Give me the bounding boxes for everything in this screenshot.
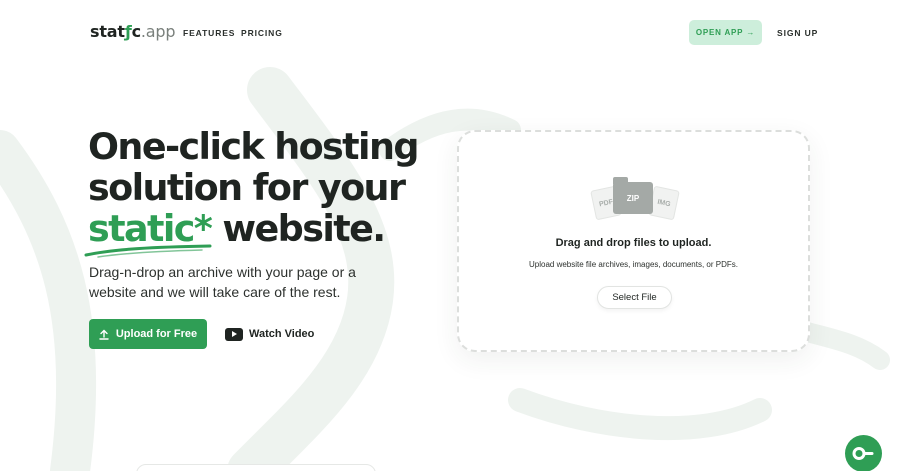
- top-navigation: statƒc.app FEATURES PRICING OPEN APP → S…: [0, 0, 900, 66]
- logo[interactable]: statƒc.app: [90, 22, 175, 41]
- upload-icon: [99, 329, 109, 340]
- select-file-button[interactable]: Select File: [597, 286, 672, 309]
- file-types-illustration: PDF IMG ZIP: [590, 177, 681, 223]
- chat-button[interactable]: [845, 435, 882, 471]
- dropzone-title: Drag and drop files to upload.: [555, 237, 712, 249]
- logo-suffix: .app: [140, 22, 176, 41]
- youtube-icon: [225, 327, 243, 341]
- arrow-right-icon: →: [746, 28, 756, 37]
- dropzone-subtitle: Upload website file archives, images, do…: [529, 260, 738, 269]
- nav-pricing-link[interactable]: PRICING: [241, 28, 283, 38]
- watch-video-label: Watch Video: [249, 328, 315, 340]
- hero-title-end: website.: [211, 207, 386, 250]
- logo-prefix: stat: [90, 22, 125, 41]
- open-app-button[interactable]: OPEN APP →: [689, 20, 762, 45]
- sign-up-link[interactable]: SIGN UP: [777, 28, 818, 38]
- bottom-card-partial: [136, 464, 376, 471]
- upload-for-free-button[interactable]: Upload for Free: [89, 319, 207, 349]
- upload-button-label: Upload for Free: [115, 328, 198, 340]
- highlight-underline: [84, 244, 212, 258]
- logo-mid: c: [131, 22, 142, 41]
- zip-folder-icon: ZIP: [613, 177, 653, 214]
- chat-icon: [852, 447, 874, 460]
- logo-accent: ƒ: [124, 22, 132, 41]
- file-drop-zone[interactable]: PDF IMG ZIP Drag and drop files to uploa…: [457, 130, 810, 352]
- watch-video-link[interactable]: Watch Video: [225, 325, 314, 343]
- hero-subtitle: Drag-n-drop an archive with your page or…: [89, 264, 356, 300]
- hero-title: One-click hosting solution for your stat…: [88, 126, 448, 249]
- hero-title-line-1: One-click hosting: [88, 125, 419, 168]
- nav-features-link[interactable]: FEATURES: [183, 28, 235, 38]
- hero-title-line-2: solution for your: [88, 166, 406, 209]
- open-app-label: OPEN APP: [695, 28, 744, 37]
